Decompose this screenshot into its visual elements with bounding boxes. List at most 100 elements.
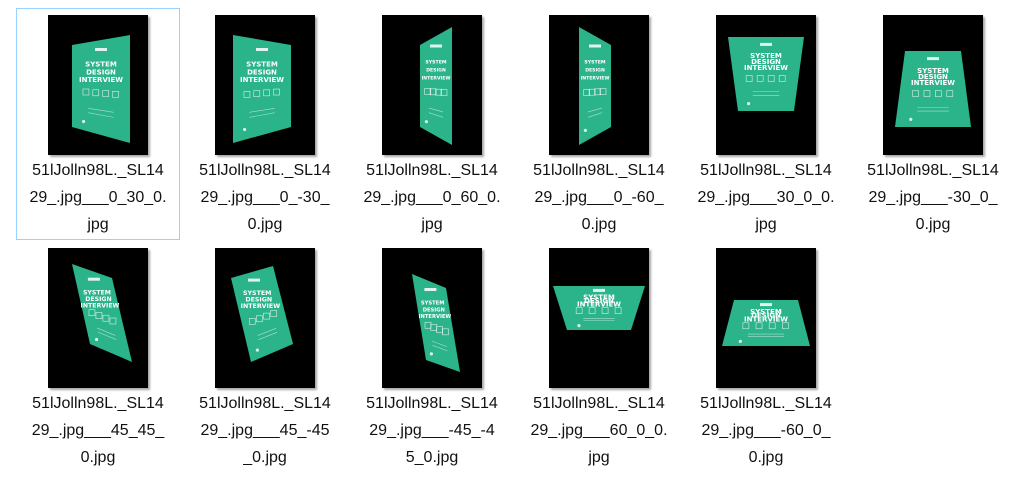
book-cover-image: SYSTEMDESIGNINTERVIEW xyxy=(728,37,804,111)
file-name-line: 29_.jpg___60_0_0. xyxy=(530,422,668,439)
cover-title-line: SYSTEM xyxy=(584,60,606,66)
file-thumbnail: SYSTEM DESIGN INTERVIEW xyxy=(48,15,148,155)
file-name-line: 29_.jpg___0_30_0. xyxy=(29,189,167,206)
publisher-logo xyxy=(577,324,581,328)
volume-badge xyxy=(589,44,601,48)
file-name-line: 29_.jpg___45_-45 xyxy=(200,422,330,439)
book-cover-image: SYSTEMDESIGNINTERVIEW xyxy=(579,27,611,145)
file-name-line: 29_.jpg___0_-30_ xyxy=(200,189,330,206)
publisher-logo xyxy=(94,337,99,342)
volume-badge xyxy=(256,48,268,51)
file-name-line: 51lJolln98L._SL14 xyxy=(32,395,164,412)
file-name-line: 29_.jpg___-30_0_ xyxy=(868,189,998,206)
file-name-line: 0.jpg xyxy=(581,216,617,233)
file-name: 51lJolln98L._SL14 29_.jpg___45_45_ 0.jpg xyxy=(17,390,179,471)
file-name: 51lJolln98L._SL14 29_.jpg___30_0_0. jpg xyxy=(685,157,847,238)
cover-title-line: DESIGN xyxy=(426,68,446,74)
publisher-logo xyxy=(747,102,751,106)
file-name: 51lJolln98L._SL14 29_.jpg___45_-45 _0.jpg xyxy=(184,390,346,471)
file-name-line: 29_.jpg___0_60_0. xyxy=(363,189,501,206)
file-name-line: 29_.jpg___30_0_0. xyxy=(697,189,835,206)
file-name-line: 51lJolln98L._SL14 xyxy=(199,395,331,412)
file-name-line: _0.jpg xyxy=(243,449,287,466)
file-name-line: 51lJolln98L._SL14 xyxy=(366,395,498,412)
file-name-line: 29_.jpg___-60_0_ xyxy=(701,422,831,439)
book-cover-image: SYSTEMDESIGNINTERVIEW xyxy=(722,300,810,346)
cover-title-line: INTERVIEW xyxy=(422,76,451,82)
book-cover xyxy=(72,35,130,143)
cover-title-line: INTERVIEW xyxy=(744,315,788,323)
file-thumbnail: SYSTEM DESIGN INTERVIEW xyxy=(215,248,315,388)
book-cover-image: SYSTEMDESIGNINTERVIEW xyxy=(420,27,452,145)
file-name: 51lJolln98L._SL14 29_.jpg___-45_-4 5_0.jpg xyxy=(351,390,513,471)
cover-title-line: INTERVIEW xyxy=(419,314,452,320)
file-thumbnail: SYSTEM DESIGN INTERVIEW xyxy=(48,248,148,388)
file-name-line: 51lJolln98L._SL14 xyxy=(199,162,331,179)
cover-title-line: INTERVIEW xyxy=(581,76,610,82)
file-name-line: 51lJolln98L._SL14 xyxy=(533,162,665,179)
volume-badge xyxy=(760,42,772,46)
file-name-line: 29_.jpg___-45_-4 xyxy=(369,422,495,439)
cover-title-line: SYSTEM xyxy=(421,301,444,307)
file-item[interactable]: SYSTEM DESIGN INTERVIEW 51lJolln98L._SL14 29… xyxy=(16,8,180,240)
file-item[interactable]: SYSTEM DESIGN INTERVIEW 51lJolln98L._SL14 29… xyxy=(684,8,848,240)
file-name: 51lJolln98L._SL14 29_.jpg___60_0_0.jpg xyxy=(518,390,680,471)
file-item[interactable]: SYSTEM DESIGN INTERVIEW 51lJolln98L._SL14 29… xyxy=(183,241,347,473)
cover-title-line: INTERVIEW xyxy=(577,300,621,308)
file-thumbnail: SYSTEM DESIGN INTERVIEW xyxy=(382,248,482,388)
publisher-logo xyxy=(583,128,587,132)
volume-badge xyxy=(430,44,442,48)
file-name-line: jpg xyxy=(755,216,777,233)
publisher-logo xyxy=(429,352,433,356)
file-name-line: 51lJolln98L._SL14 xyxy=(32,162,164,179)
volume-badge xyxy=(95,48,107,51)
file-name: 51lJolln98L._SL14 29_.jpg___0_-30_ 0.jpg xyxy=(184,157,346,238)
file-thumbnail: SYSTEM DESIGN INTERVIEW xyxy=(716,15,816,155)
volume-badge xyxy=(760,303,772,307)
book-cover-image: SYSTEMDESIGNINTERVIEW xyxy=(412,274,460,372)
file-item[interactable]: SYSTEM DESIGN INTERVIEW 51lJolln98L._SL14 29… xyxy=(517,241,681,473)
file-name-line: jpg xyxy=(588,449,610,466)
file-name: 51lJolln98L._SL14 29_.jpg___0_30_0. jpg xyxy=(17,157,179,238)
file-item[interactable]: SYSTEM DESIGN INTERVIEW 51lJolln98L._SL14 29… xyxy=(350,8,514,240)
book-cover-image: SYSTEMDESIGNINTERVIEW xyxy=(231,266,293,362)
file-item[interactable]: SYSTEM DESIGN INTERVIEW 51lJolln98L._SL14 29… xyxy=(183,8,347,240)
file-name: 51lJolln98L._SL14 29_.jpg___-30_0_ 0.jpg xyxy=(852,157,1014,238)
cover-title-line: INTERVIEW xyxy=(911,79,955,87)
book-cover-image: SYSTEMDESIGNINTERVIEW xyxy=(233,35,291,143)
file-name: 51lJolln98L._SL14 29_.jpg___-60_0_ 0.jpg xyxy=(685,390,847,471)
file-name-line: 0.jpg xyxy=(80,449,116,466)
publisher-logo xyxy=(424,120,428,124)
cover-title-line: INTERVIEW xyxy=(81,302,120,309)
file-name-line: 29_.jpg___0_-60_ xyxy=(534,189,664,206)
file-item[interactable]: SYSTEM DESIGN INTERVIEW 51lJolln98L._SL14 29… xyxy=(16,241,180,473)
file-item[interactable]: SYSTEM DESIGN INTERVIEW 51lJolln98L._SL14 29… xyxy=(350,241,514,473)
file-thumbnail: SYSTEM DESIGN INTERVIEW xyxy=(883,15,983,155)
file-name-line: 5_0.jpg xyxy=(405,449,459,466)
file-item[interactable]: SYSTEM DESIGN INTERVIEW 51lJolln98L._SL14 29… xyxy=(851,8,1015,240)
publisher-logo xyxy=(909,117,913,121)
publisher-logo xyxy=(82,119,86,124)
file-name-line: 51lJolln98L._SL14 xyxy=(533,395,665,412)
file-thumbnail: SYSTEM DESIGN INTERVIEW xyxy=(549,248,649,388)
book-cover-image: SYSTEMDESIGNINTERVIEW xyxy=(895,51,971,127)
file-name-line: jpg xyxy=(421,216,443,233)
file-name: 51lJolln98L._SL14 29_.jpg___0_60_0.jpg xyxy=(351,157,513,238)
volume-badge xyxy=(248,278,260,282)
publisher-logo xyxy=(243,127,247,132)
volume-badge xyxy=(87,277,100,281)
file-name-line: 51lJolln98L._SL14 xyxy=(867,162,999,179)
file-name-line: 29_.jpg___45_45_ xyxy=(31,422,165,439)
cover-title-line: INTERVIEW xyxy=(744,64,788,72)
cover-title-line: INTERVIEW xyxy=(240,76,284,84)
file-name-line: 0.jpg xyxy=(748,449,784,466)
book-cover-image: SYSTEMDESIGNINTERVIEW xyxy=(553,286,645,330)
file-name-line: 51lJolln98L._SL14 xyxy=(700,395,832,412)
file-name-line: 0.jpg xyxy=(915,216,951,233)
file-item[interactable]: SYSTEM DESIGN INTERVIEW 51lJolln98L._SL14 29… xyxy=(517,8,681,240)
cover-title-line: INTERVIEW xyxy=(241,303,281,310)
file-name-line: 0.jpg xyxy=(247,216,283,233)
file-item[interactable]: SYSTEM DESIGN INTERVIEW 51lJolln98L._SL14 29… xyxy=(684,241,848,473)
file-name: 51lJolln98L._SL14 29_.jpg___0_-60_ 0.jpg xyxy=(518,157,680,238)
file-name-line: 51lJolln98L._SL14 xyxy=(366,162,498,179)
